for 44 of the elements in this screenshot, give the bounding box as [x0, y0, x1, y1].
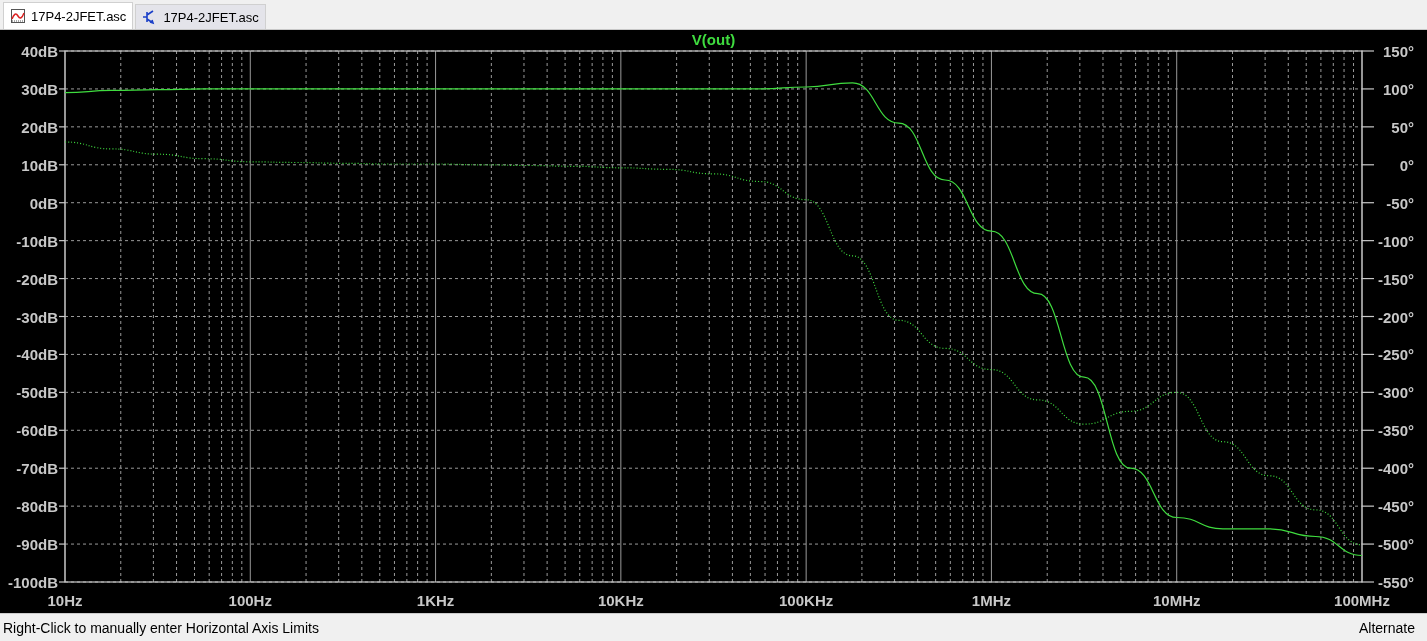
axis-label: 100KHz: [779, 592, 834, 609]
axis-label: -80dB: [16, 498, 58, 516]
axis-label: -30dB: [16, 308, 58, 326]
axis-label: 10KHz: [597, 592, 644, 609]
axis-label: 100Hz: [228, 592, 272, 609]
axis-label: 1KHz: [416, 592, 455, 609]
axis-label: -300°: [1377, 384, 1414, 402]
axis-label: -100°: [1377, 232, 1414, 250]
status-mode: Alternate: [1358, 619, 1415, 636]
axis-label: -20dB: [16, 270, 58, 288]
axis-label: 10Hz: [47, 592, 83, 609]
tab[interactable]: 17P4-2JFET.asc: [135, 4, 266, 29]
axis-label: -40dB: [16, 346, 58, 364]
axis-label: 50°: [1391, 118, 1414, 136]
axis-label: 150°: [1382, 43, 1414, 60]
axis-label: 0°: [1399, 156, 1414, 174]
axis-label: 100°: [1382, 80, 1414, 98]
waveform-icon: [10, 8, 26, 24]
axis-label: -100dB: [7, 574, 58, 591]
axis-label: -250°: [1377, 346, 1414, 364]
axis-label: 20dB: [21, 118, 58, 136]
axis-label: 1MHz: [971, 592, 1011, 609]
axis-label: 10MHz: [1152, 592, 1201, 609]
axis-label: -200°: [1377, 308, 1414, 326]
axis-label: -50°: [1386, 194, 1414, 212]
axis-label: 30dB: [21, 80, 58, 98]
axis-label: 0dB: [29, 194, 58, 212]
axis-label: 40dB: [21, 43, 58, 60]
axis-label: -90dB: [16, 536, 58, 554]
axis-label: 10dB: [21, 156, 58, 174]
axis-label: -500°: [1377, 536, 1414, 554]
status-hint: Right-Click to manually enter Horizontal Axis Limits: [3, 619, 319, 636]
axis-label: -60dB: [16, 422, 58, 440]
axis-label: -350°: [1377, 422, 1414, 440]
tab[interactable]: 17P4-2JFET.asc: [3, 2, 134, 29]
axis-label: -70dB: [16, 460, 58, 478]
axis-label: -10dB: [16, 232, 58, 250]
axis-label: 100MHz: [1334, 592, 1390, 609]
axis-label: -450°: [1377, 498, 1414, 516]
axis-label: -50dB: [16, 384, 58, 402]
chart-title: V(out): [691, 31, 736, 48]
axis-label: -550°: [1377, 574, 1414, 591]
axis-label: -400°: [1377, 460, 1414, 478]
axis-label: -150°: [1377, 270, 1414, 288]
